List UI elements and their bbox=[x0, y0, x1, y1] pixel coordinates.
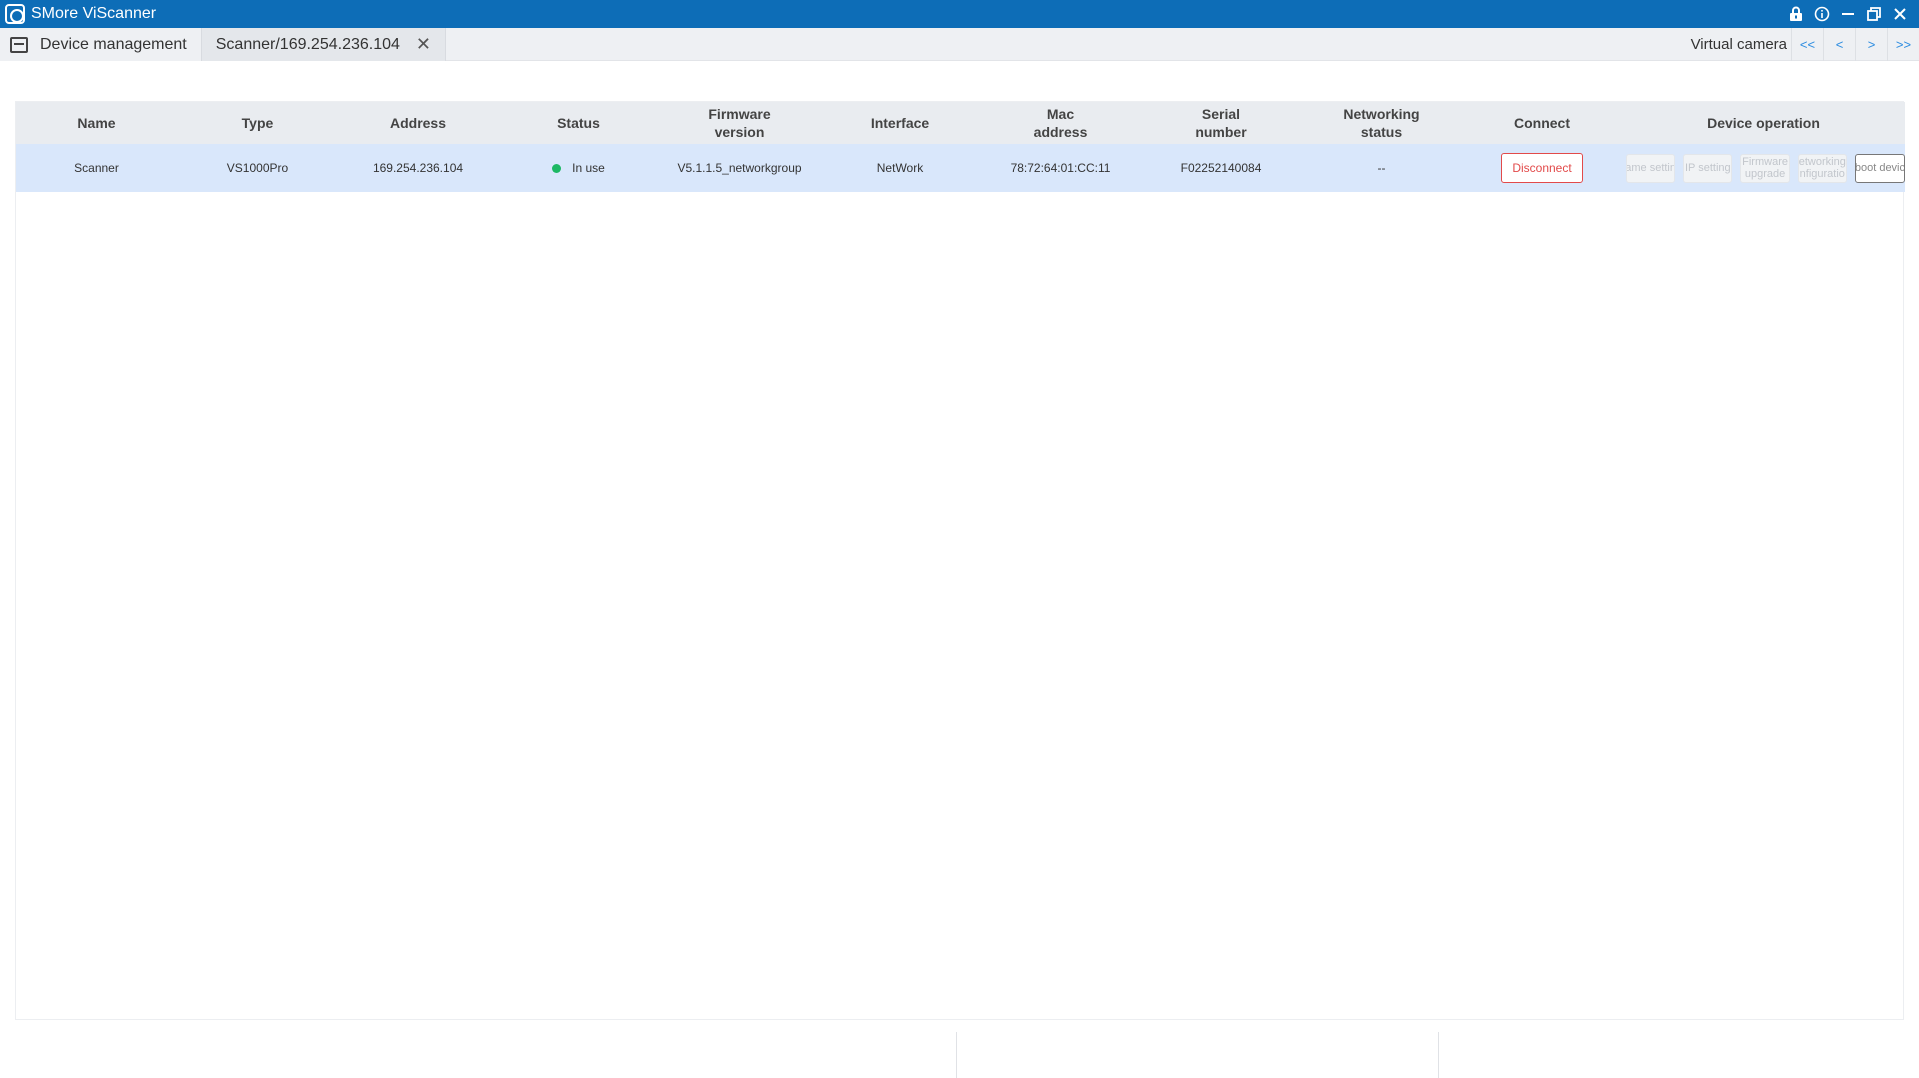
minimize-icon[interactable] bbox=[1835, 0, 1861, 28]
cell-connect: Disconnect bbox=[1462, 144, 1622, 192]
status-online-icon bbox=[552, 163, 562, 173]
header-networking: Networking status bbox=[1343, 106, 1420, 140]
app-logo-icon bbox=[5, 4, 25, 24]
last-page-button[interactable]: >> bbox=[1887, 27, 1919, 61]
app-title: SMore ViScanner bbox=[31, 5, 157, 22]
cell-firmware: V5.1.1.5_networkgroup bbox=[677, 161, 802, 175]
disconnect-button[interactable]: Disconnect bbox=[1501, 153, 1583, 183]
header-status: Status bbox=[557, 115, 600, 131]
header-connect: Connect bbox=[1514, 115, 1570, 131]
tab-scanner[interactable]: Scanner/169.254.236.104 ✕ bbox=[200, 28, 446, 61]
header-type: Type bbox=[241, 115, 274, 131]
cell-serial: F02252140084 bbox=[1180, 161, 1262, 175]
restore-icon[interactable] bbox=[1861, 0, 1887, 28]
device-table: Name Type Address Status Firmware versio… bbox=[15, 101, 1905, 1020]
cell-mac: 78:72:64:01:CC:11 bbox=[1010, 161, 1111, 175]
header-device-operation: Device operation bbox=[1707, 115, 1820, 131]
bottom-panel bbox=[0, 1020, 1919, 1078]
name-setting-button[interactable]: ame settin bbox=[1626, 153, 1676, 183]
ip-setting-button[interactable]: IP setting bbox=[1683, 153, 1733, 183]
virtual-camera-label[interactable]: Virtual camera bbox=[1691, 36, 1787, 53]
header-firmware: Firmware version bbox=[708, 106, 771, 140]
info-icon[interactable] bbox=[1809, 0, 1835, 28]
header-mac: Mac address bbox=[1033, 106, 1088, 140]
reboot-device-button[interactable]: boot devic bbox=[1854, 153, 1905, 183]
close-tab-icon[interactable]: ✕ bbox=[416, 34, 431, 55]
table-row[interactable]: Scanner VS1000Pro 169.254.236.104 In use… bbox=[16, 144, 1905, 192]
device-list-icon bbox=[10, 36, 28, 53]
cell-interface: NetWork bbox=[876, 161, 924, 175]
camera-nav: Virtual camera << < > >> bbox=[1691, 27, 1919, 61]
lock-icon[interactable] bbox=[1783, 0, 1809, 28]
tab-label: Scanner/169.254.236.104 bbox=[215, 35, 400, 53]
cell-networking: -- bbox=[1377, 161, 1386, 175]
tab-label: Device management bbox=[40, 35, 187, 53]
header-serial: Serial number bbox=[1195, 106, 1247, 140]
cell-name: Scanner bbox=[74, 161, 119, 175]
panel-divider bbox=[1438, 1032, 1439, 1078]
header-interface: Interface bbox=[870, 115, 930, 131]
header-name: Name bbox=[77, 115, 116, 131]
window-controls bbox=[1783, 0, 1913, 28]
close-icon[interactable] bbox=[1887, 0, 1913, 28]
networking-configuration-button[interactable]: etworking nfiguratio bbox=[1797, 153, 1847, 183]
title-bar: SMore ViScanner bbox=[0, 0, 1919, 28]
first-page-button[interactable]: << bbox=[1791, 27, 1823, 61]
table-header: Name Type Address Status Firmware versio… bbox=[16, 102, 1905, 144]
firmware-upgrade-button[interactable]: Firmware upgrade bbox=[1740, 153, 1790, 183]
tab-bar: Device management Scanner/169.254.236.10… bbox=[0, 27, 1919, 61]
status-text: In use bbox=[572, 161, 605, 175]
cell-device-operation: ame settin IP setting Firmware upgrade e… bbox=[1622, 144, 1905, 192]
header-address: Address bbox=[389, 115, 447, 131]
panel-divider bbox=[956, 1032, 957, 1078]
cell-address: 169.254.236.104 bbox=[372, 161, 464, 175]
next-page-button[interactable]: > bbox=[1855, 27, 1887, 61]
cell-status: In use bbox=[498, 144, 659, 192]
tab-device-management[interactable]: Device management bbox=[0, 28, 201, 61]
cell-type: VS1000Pro bbox=[226, 161, 289, 175]
prev-page-button[interactable]: < bbox=[1823, 27, 1855, 61]
